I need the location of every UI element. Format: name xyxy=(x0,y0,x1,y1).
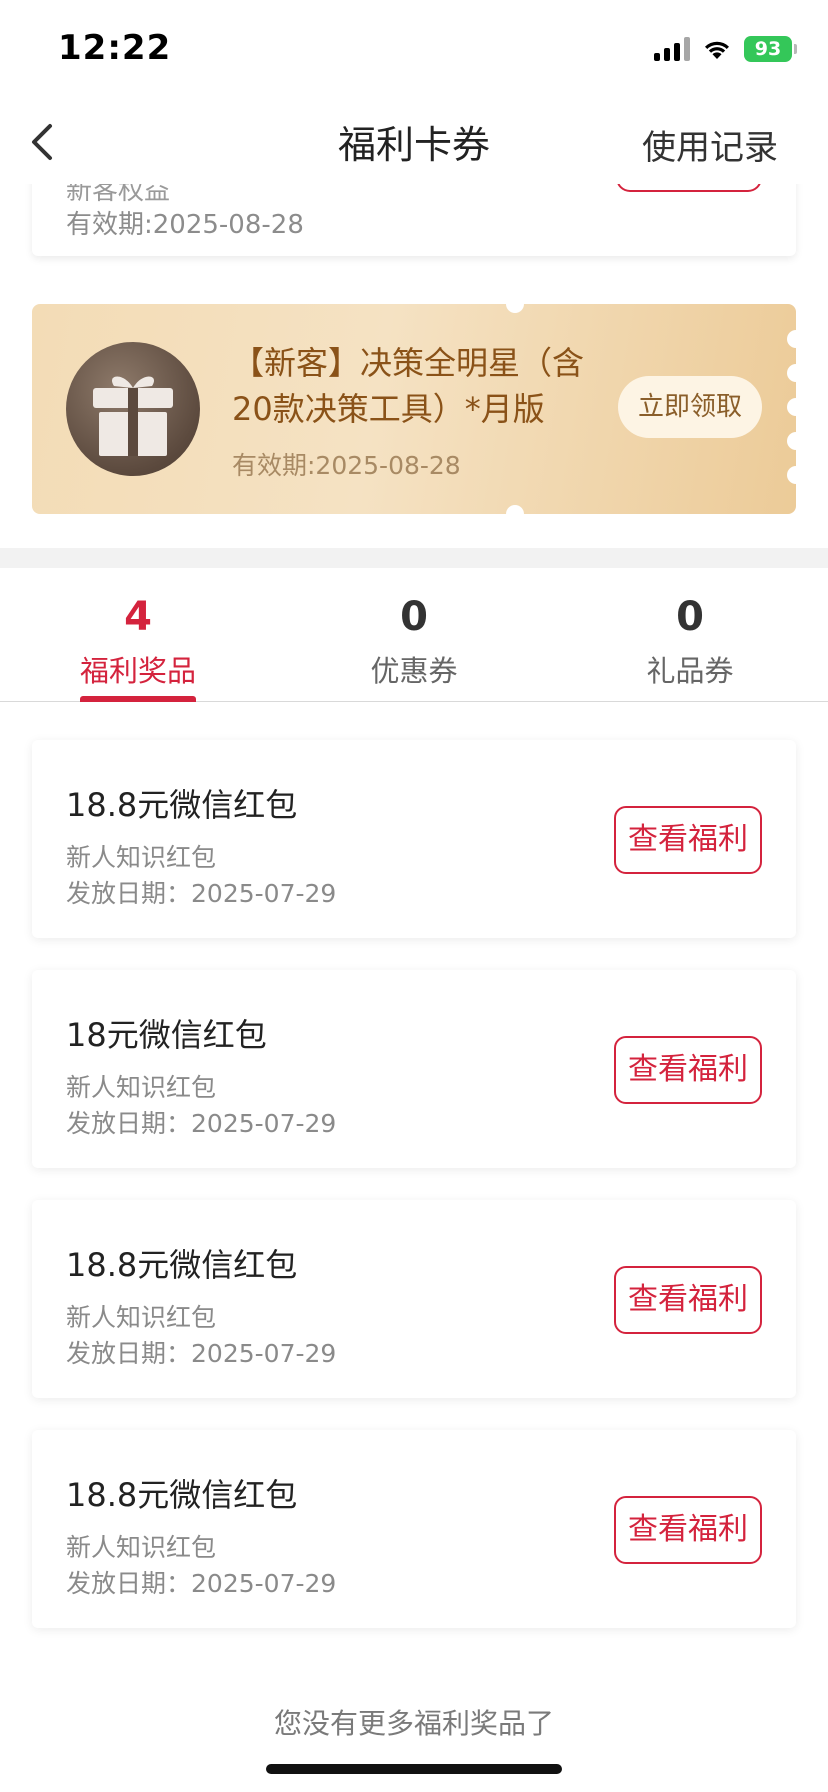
tab-discount-coupons[interactable]: 0 优惠券 xyxy=(276,568,552,702)
benefit-card: 18元微信红包 新人知识红包 发放日期：2025-07-29 查看福利 xyxy=(32,970,796,1168)
status-bar: 12:22 93 xyxy=(0,0,828,100)
benefit-issue-date: 发放日期：2025-07-29 xyxy=(66,1109,337,1138)
coupon-title: 【新客】决策全明星（含20款决策工具）*月版 xyxy=(232,344,585,428)
benefit-card: 18.8元微信红包 新人知识红包 发放日期：2025-07-29 查看福利 xyxy=(32,1200,796,1398)
benefit-card: 18.8元微信红包 新人知识红包 发放日期：2025-07-29 查看福利 xyxy=(32,1430,796,1628)
view-benefit-button[interactable]: 查看福利 xyxy=(614,806,762,874)
end-of-list-message: 您没有更多福利奖品了 xyxy=(273,1707,554,1740)
benefit-title: 18.8元微信红包 xyxy=(66,1246,298,1284)
coupon-validity: 有效期:2025-08-28 xyxy=(232,451,461,480)
tab-count: 4 xyxy=(124,594,152,640)
battery-level: 93 xyxy=(754,38,782,60)
claim-button-partial[interactable] xyxy=(616,184,762,192)
claim-now-button[interactable]: 立即领取 xyxy=(618,376,762,438)
benefit-issue-date: 发放日期：2025-07-29 xyxy=(66,1339,337,1368)
active-tab-indicator xyxy=(80,696,196,702)
benefit-card: 18.8元微信红包 新人知识红包 发放日期：2025-07-29 查看福利 xyxy=(32,740,796,938)
battery-indicator: 93 xyxy=(744,36,797,62)
tab-bar: 4 福利奖品 0 优惠券 0 礼品券 xyxy=(0,568,828,702)
gift-icon xyxy=(66,342,200,476)
tab-benefit-prizes[interactable]: 4 福利奖品 xyxy=(0,568,276,702)
navigation-bar: 福利卡券 使用记录 xyxy=(0,100,828,184)
status-icons: 93 xyxy=(654,34,797,64)
benefit-subtitle: 新人知识红包 xyxy=(66,1533,217,1562)
tab-count: 0 xyxy=(676,594,704,640)
benefit-issue-date: 发放日期：2025-07-29 xyxy=(66,879,337,908)
benefit-title: 18.8元微信红包 xyxy=(66,1476,298,1514)
tab-count: 0 xyxy=(400,594,428,640)
cellular-signal-icon xyxy=(654,37,690,61)
coupon-card-partial: 新客权益 有效期:2025-08-28 xyxy=(32,184,796,256)
home-indicator[interactable] xyxy=(266,1764,562,1774)
benefit-title: 18.8元微信红包 xyxy=(66,786,298,824)
benefit-subtitle: 新人知识红包 xyxy=(66,843,217,872)
tab-label: 礼品券 xyxy=(646,654,734,688)
usage-history-link[interactable]: 使用记录 xyxy=(642,120,778,169)
benefit-subtitle: 新人知识红包 xyxy=(66,1303,217,1332)
benefit-title: 18元微信红包 xyxy=(66,1016,267,1054)
tab-gift-coupons[interactable]: 0 礼品券 xyxy=(552,568,828,702)
view-benefit-button[interactable]: 查看福利 xyxy=(614,1036,762,1104)
section-divider xyxy=(0,548,828,568)
view-benefit-button[interactable]: 查看福利 xyxy=(614,1266,762,1334)
tab-label: 优惠券 xyxy=(370,654,458,688)
coupon-validity: 有效期:2025-08-28 xyxy=(66,210,304,240)
view-benefit-button[interactable]: 查看福利 xyxy=(614,1496,762,1564)
scroll-content[interactable]: 新客权益 有效期:2025-08-28 【新客】决策全明星（含20款决策工具）*… xyxy=(0,184,828,1792)
benefit-issue-date: 发放日期：2025-07-29 xyxy=(66,1569,337,1598)
wifi-icon xyxy=(705,41,729,59)
benefit-subtitle: 新人知识红包 xyxy=(66,1073,217,1102)
tab-label: 福利奖品 xyxy=(79,654,196,688)
new-customer-coupon-card: 【新客】决策全明星（含20款决策工具）*月版 有效期:2025-08-28 立即… xyxy=(32,304,796,514)
status-time: 12:22 xyxy=(58,28,172,68)
